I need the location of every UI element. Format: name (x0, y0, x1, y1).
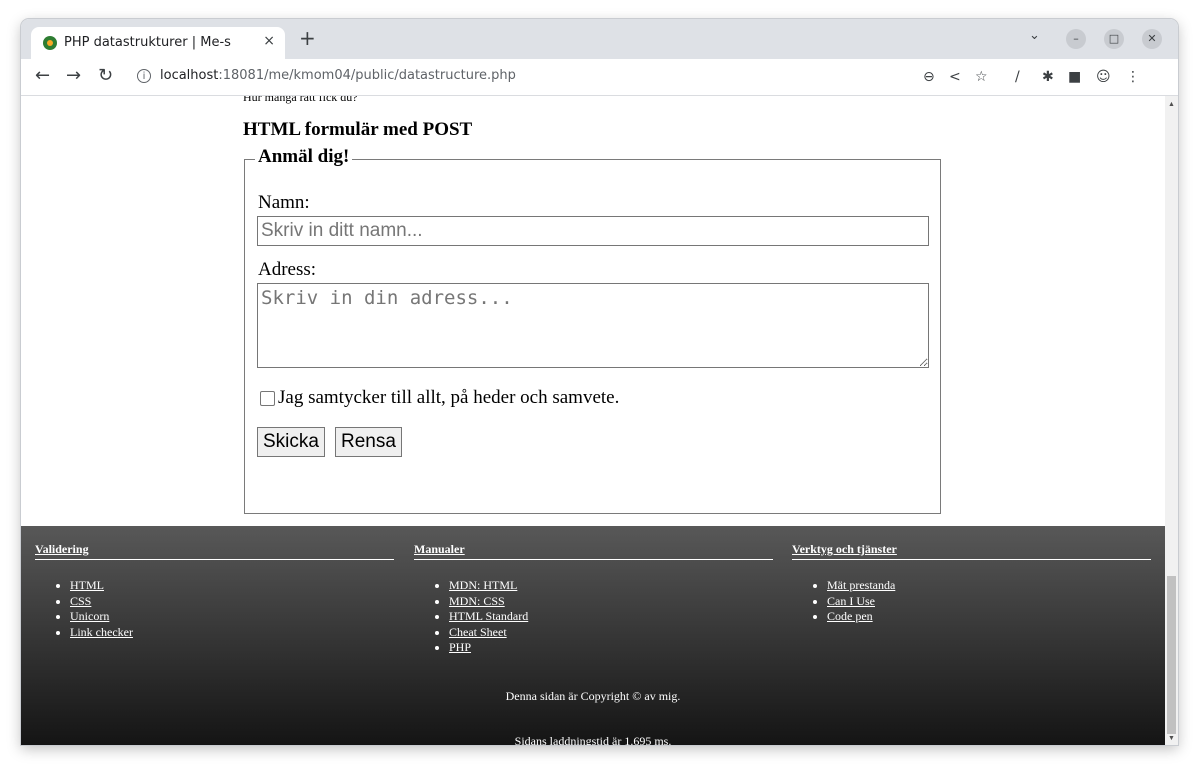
previous-section-text: Hur många rätt fick du? (243, 96, 358, 104)
scroll-up-icon[interactable]: ▲ (1168, 100, 1175, 108)
footer-link-css[interactable]: CSS (70, 594, 91, 608)
footer-link-html-standard[interactable]: HTML Standard (449, 609, 528, 623)
scroll-thumb[interactable] (1167, 576, 1176, 734)
info-icon[interactable]: i (137, 69, 151, 83)
page-scrollbar[interactable]: ▲ ▼ (1165, 96, 1178, 745)
menu-icon[interactable]: ⋮ (1126, 67, 1140, 87)
footer-link-mat-prestanda[interactable]: Mät prestanda (827, 578, 895, 592)
tab-search-icon[interactable]: ⌄ (1029, 28, 1040, 43)
footer-link-mdn-css[interactable]: MDN: CSS (449, 594, 505, 608)
footer-link-code-pen[interactable]: Code pen (827, 609, 873, 623)
footer-link-unicorn[interactable]: Unicorn (70, 609, 109, 623)
address-bar[interactable]: i localhost:18081/me/kmom04/public/datas… (129, 63, 989, 91)
address-label: Adress: (258, 259, 317, 280)
zoom-icon[interactable]: ⊖ (923, 67, 935, 87)
footer-heading-validation: Validering (35, 542, 394, 560)
forward-icon[interactable]: → (66, 65, 81, 87)
load-time-text: Sidans laddningstid är 1.695 ms. (514, 734, 672, 745)
fieldset-legend: Anmäl dig! (255, 146, 353, 168)
submit-button[interactable]: Skicka (257, 427, 325, 457)
page-viewport: Hur många rätt fick du? HTML formulär me… (21, 96, 1165, 745)
eyedropper-icon[interactable]: / (1015, 67, 1020, 87)
minimize-icon[interactable]: – (1066, 29, 1086, 49)
consent-checkbox[interactable] (260, 390, 275, 406)
new-tab-button[interactable]: + (299, 28, 316, 48)
footer-link-cheat-sheet[interactable]: Cheat Sheet (449, 625, 507, 639)
footer-link-can-i-use[interactable]: Can I Use (827, 594, 875, 608)
consent-row: Jag samtycker till allt, på heder och sa… (260, 387, 619, 409)
footer-heading-tools: Verktyg och tjänster (792, 542, 1151, 560)
reset-button[interactable]: Rensa (335, 427, 402, 457)
close-window-icon[interactable]: ✕ (1142, 29, 1162, 49)
footer-validation: Validering HTML CSS Unicorn Link checker (35, 542, 394, 640)
star-icon[interactable]: ☆ (975, 67, 988, 87)
maximize-icon[interactable]: □ (1104, 29, 1124, 49)
footer-heading-manuals: Manualer (414, 542, 773, 560)
consent-label: Jag samtycker till allt, på heder och sa… (278, 387, 620, 408)
page-footer: Validering HTML CSS Unicorn Link checker… (21, 526, 1165, 745)
scroll-down-icon[interactable]: ▼ (1168, 734, 1175, 742)
signup-fieldset: Anmäl dig! Namn: Adress: Jag samtycker t… (244, 146, 941, 514)
form-heading: HTML formulär med POST (243, 119, 473, 140)
reload-icon[interactable]: ↻ (98, 65, 113, 87)
tab-close-icon[interactable]: × (263, 33, 275, 49)
address-field[interactable] (257, 283, 929, 368)
share-icon[interactable]: < (949, 67, 961, 87)
tab-active[interactable]: PHP datastrukturer | Me-s × (31, 27, 285, 59)
extensions-icon[interactable]: ✱ (1042, 67, 1054, 87)
name-field[interactable] (257, 216, 929, 246)
name-label: Namn: (258, 192, 310, 213)
browser-toolbar: ← → ↻ i localhost:18081/me/kmom04/public… (21, 59, 1178, 96)
sidepanel-icon[interactable]: ■ (1068, 67, 1081, 87)
back-icon[interactable]: ← (35, 65, 50, 87)
url-text[interactable]: localhost:18081/me/kmom04/public/datastr… (160, 68, 516, 83)
footer-link-mdn-html[interactable]: MDN: HTML (449, 578, 517, 592)
footer-link-link-checker[interactable]: Link checker (70, 625, 133, 639)
browser-window: PHP datastrukturer | Me-s × + ⌄ – □ ✕ ← … (21, 19, 1178, 745)
profile-icon[interactable]: ☺ (1096, 67, 1111, 87)
footer-tools: Verktyg och tjänster Mät prestanda Can I… (792, 542, 1151, 625)
favicon-icon (43, 36, 57, 50)
tab-strip: PHP datastrukturer | Me-s × + ⌄ – □ ✕ (21, 19, 1178, 59)
copyright-text: Denna sidan är Copyright © av mig. (505, 689, 681, 703)
footer-manuals: Manualer MDN: HTML MDN: CSS HTML Standar… (414, 542, 773, 656)
tab-title: PHP datastrukturer | Me-s (64, 35, 231, 50)
footer-link-php[interactable]: PHP (449, 640, 471, 654)
footer-link-html[interactable]: HTML (70, 578, 104, 592)
